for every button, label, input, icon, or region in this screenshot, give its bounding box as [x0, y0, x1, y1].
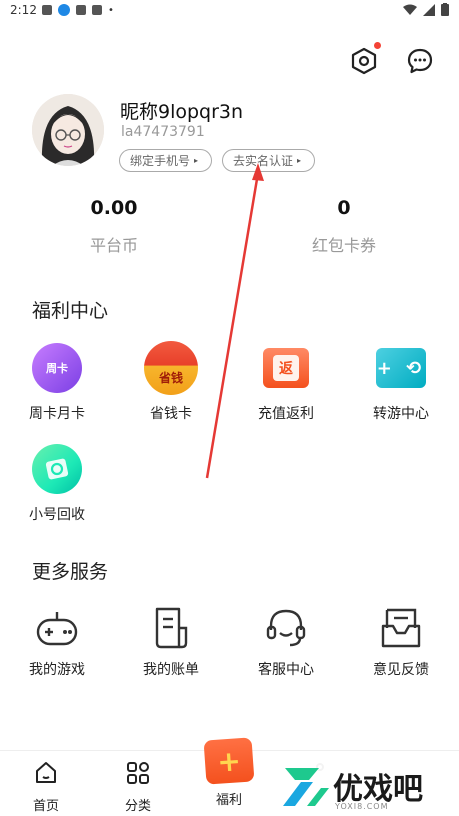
- nav-home-label: 首页: [32, 799, 59, 814]
- save-money-card-item[interactable]: 省钱 省钱卡: [114, 341, 228, 423]
- platform-coin-stat[interactable]: 0.00 平台币: [39, 197, 189, 256]
- week-month-card-badge: 周卡: [46, 362, 68, 375]
- status-bar: 2:12 •: [0, 0, 459, 22]
- bind-phone-label: 绑定手机号: [130, 154, 191, 168]
- watermark: 优戏吧 YOXI8.COM: [273, 758, 459, 816]
- message-icon: [407, 48, 433, 74]
- coupon-label: 红包卡券: [311, 236, 376, 255]
- platform-coin-value: 0.00: [90, 197, 138, 219]
- my-games-item[interactable]: 我的游戏: [0, 605, 114, 679]
- save-money-card-label: 省钱卡: [150, 406, 192, 422]
- watermark-logo: [283, 768, 329, 806]
- settings-hexagon-icon: [351, 47, 377, 75]
- feedback-item[interactable]: 意见反馈: [344, 605, 458, 679]
- coupon-stat[interactable]: 0 红包卡券: [269, 197, 419, 256]
- more-services-title: 更多服务: [32, 561, 109, 583]
- download-notification-icon: [58, 4, 70, 16]
- week-month-card-item[interactable]: 周卡 周卡月卡: [0, 341, 114, 423]
- nav-category[interactable]: 分类: [108, 759, 168, 814]
- account-recycle-label: 小号回收: [29, 507, 85, 523]
- headset-icon: [263, 605, 309, 651]
- recharge-rebate-label: 充值返利: [258, 406, 314, 422]
- caret-right-icon: ▸: [297, 156, 302, 165]
- welfare-icon: +: [203, 737, 255, 785]
- more-notifications-icon: •: [108, 4, 114, 16]
- coupon-value: 0: [337, 197, 351, 219]
- my-bill-label: 我的账单: [143, 662, 199, 678]
- feedback-label: 意见反馈: [373, 662, 429, 678]
- week-month-card-icon: 周卡: [30, 341, 84, 395]
- app-notification-icon: [42, 5, 52, 15]
- save-money-card-icon: 省钱: [144, 341, 198, 395]
- welfare-section-title: 福利中心: [32, 300, 109, 322]
- feedback-icon: [378, 605, 424, 651]
- transfer-game-label: 转游中心: [373, 406, 429, 422]
- recharge-rebate-icon: 返: [259, 341, 313, 395]
- shield-notification-icon: [76, 5, 86, 15]
- user-id: la47473791: [121, 124, 205, 140]
- bill-icon: [148, 605, 194, 651]
- transfer-game-badge: + ⟲: [376, 357, 426, 379]
- bind-phone-button[interactable]: 绑定手机号 ▸: [119, 149, 212, 172]
- customer-service-item[interactable]: 客服中心: [229, 605, 343, 679]
- shield-notification-icon-2: [92, 5, 102, 15]
- my-bill-item[interactable]: 我的账单: [114, 605, 228, 679]
- message-button[interactable]: [403, 44, 437, 78]
- settings-notification-dot: [374, 42, 381, 49]
- transfer-game-item[interactable]: + ⟲ 转游中心: [344, 341, 458, 423]
- watermark-sub: YOXI8.COM: [335, 802, 389, 811]
- real-name-auth-label: 去实名认证: [233, 154, 294, 168]
- nav-home[interactable]: 首页: [16, 759, 76, 814]
- recharge-rebate-badge: 返: [273, 355, 299, 381]
- save-money-card-badge: 省钱: [158, 371, 183, 385]
- avatar-image: [32, 94, 104, 166]
- wifi-icon: [403, 4, 417, 15]
- battery-icon: [441, 3, 449, 16]
- my-games-label: 我的游戏: [29, 662, 85, 678]
- status-notification-icons: •: [42, 4, 114, 16]
- gamepad-icon: [34, 605, 80, 651]
- week-month-card-label: 周卡月卡: [29, 406, 85, 422]
- status-time: 2:12: [10, 3, 37, 17]
- platform-coin-label: 平台币: [89, 236, 138, 255]
- nav-category-label: 分类: [124, 799, 151, 814]
- nickname: 昵称9lopqr3n: [120, 101, 244, 123]
- welfare-icon-glyph: +: [216, 743, 242, 779]
- settings-button[interactable]: [347, 42, 381, 78]
- avatar[interactable]: [32, 94, 104, 166]
- nav-welfare[interactable]: + 福利: [199, 737, 259, 808]
- customer-service-label: 客服中心: [258, 662, 314, 678]
- transfer-game-icon: + ⟲: [374, 341, 428, 395]
- account-recycle-item[interactable]: 小号回收: [0, 442, 114, 524]
- category-icon: [108, 759, 168, 787]
- real-name-auth-button[interactable]: 去实名认证 ▸: [222, 149, 315, 172]
- home-icon: [16, 759, 76, 787]
- top-actions: [347, 42, 437, 78]
- nav-welfare-label: 福利: [215, 793, 242, 808]
- recharge-rebate-item[interactable]: 返 充值返利: [229, 341, 343, 423]
- caret-right-icon: ▸: [194, 156, 199, 165]
- account-recycle-icon: [30, 442, 84, 496]
- signal-icon: [423, 3, 435, 16]
- status-system-icons: [403, 3, 449, 16]
